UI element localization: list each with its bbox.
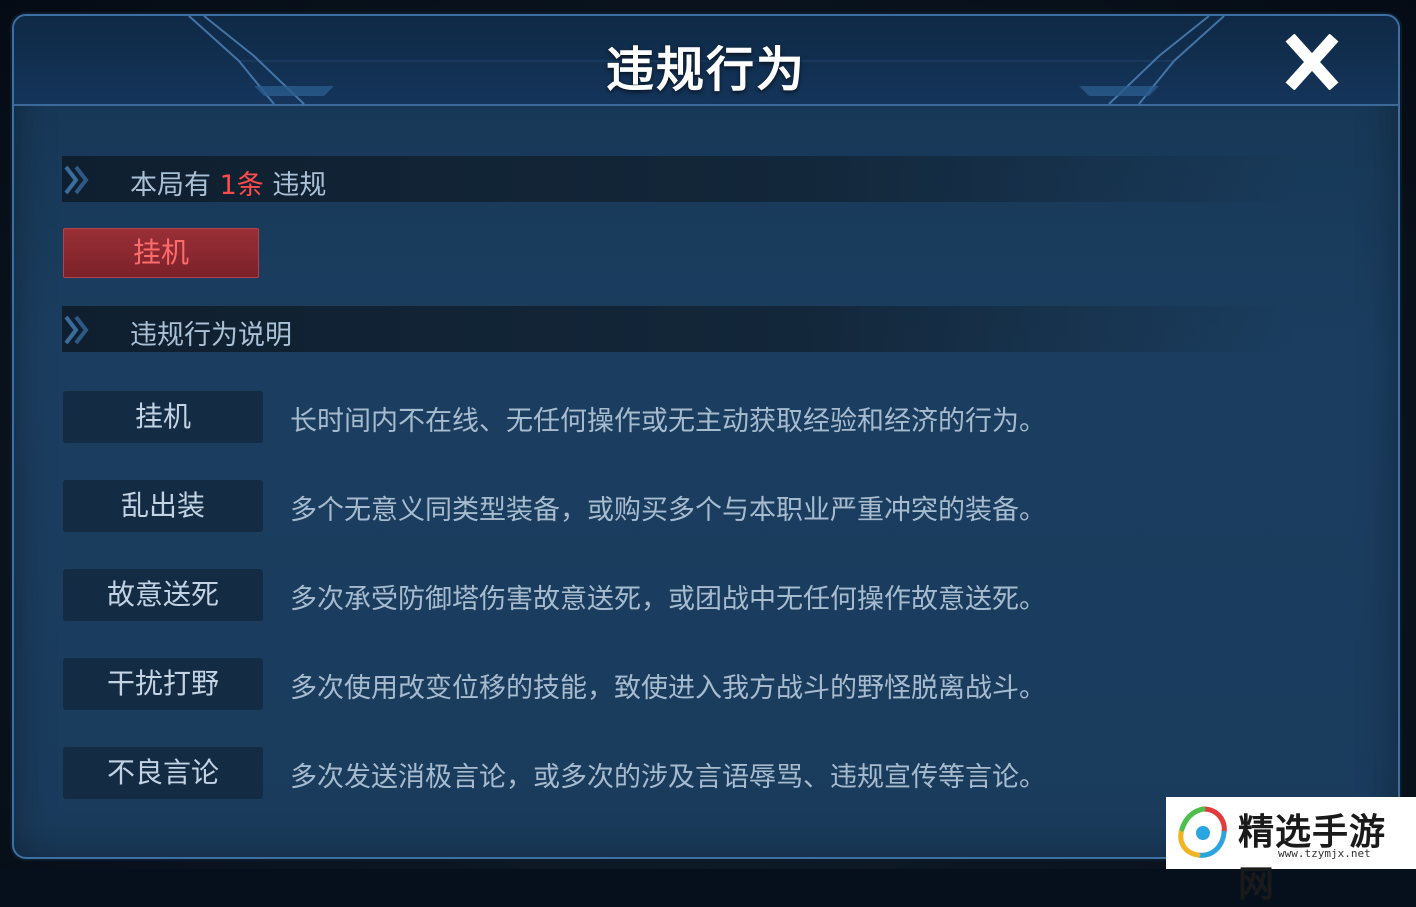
double-chevron-icon bbox=[64, 165, 89, 195]
close-icon[interactable] bbox=[1280, 34, 1344, 90]
site-logo-icon bbox=[1178, 806, 1227, 858]
rule-description: 长时间内不在线、无任何操作或无主动获取经验和经济的行为。 bbox=[290, 406, 1046, 437]
dialog-header: 违规行为 bbox=[14, 16, 1398, 106]
rule-description: 多次使用改变位移的技能，致使进入我方战斗的野怪脱离战斗。 bbox=[290, 673, 1046, 704]
rule-row: 故意送死 多次承受防御塔伤害故意送死，或团战中无任何操作故意送死。 bbox=[63, 569, 1363, 621]
rule-name: 干扰打野 bbox=[63, 658, 263, 710]
rule-description: 多次承受防御塔伤害故意送死，或团战中无任何操作故意送死。 bbox=[290, 584, 1046, 615]
site-watermark: 精选手游网 www.tzymjx.net bbox=[1166, 797, 1416, 905]
rule-row: 乱出装 多个无意义同类型装备，或购买多个与本职业严重冲突的装备。 bbox=[63, 480, 1363, 532]
rules-section-bar: 违规行为说明 bbox=[62, 306, 1302, 352]
violation-dialog: 违规行为 本局有 1条 违规 挂机 违规行为说明 挂机 长时间内不在线、无任何操… bbox=[12, 14, 1400, 859]
active-violation-chip[interactable]: 挂机 bbox=[63, 228, 259, 278]
violation-summary-bar: 本局有 1条 违规 bbox=[62, 156, 1302, 202]
rule-row: 挂机 长时间内不在线、无任何操作或无主动获取经验和经济的行为。 bbox=[63, 391, 1363, 443]
rule-name: 乱出装 bbox=[63, 480, 263, 532]
rule-name: 故意送死 bbox=[63, 569, 263, 621]
summary-prefix: 本局有 bbox=[130, 170, 211, 201]
rule-description: 多个无意义同类型装备，或购买多个与本职业严重冲突的装备。 bbox=[290, 495, 1046, 526]
rules-section-title: 违规行为说明 bbox=[130, 320, 292, 351]
violation-count: 1条 bbox=[219, 170, 264, 201]
rule-name: 挂机 bbox=[63, 391, 263, 443]
rule-row: 不良言论 多次发送消极言论，或多次的涉及言语辱骂、违规宣传等言论。 bbox=[63, 747, 1363, 799]
double-chevron-icon bbox=[64, 315, 89, 345]
rule-description: 多次发送消极言论，或多次的涉及言语辱骂、违规宣传等言论。 bbox=[290, 762, 1046, 793]
dialog-title: 违规行为 bbox=[605, 42, 806, 98]
summary-suffix: 违规 bbox=[272, 170, 327, 201]
site-url: www.tzymjx.net bbox=[1278, 847, 1371, 860]
rule-row: 干扰打野 多次使用改变位移的技能，致使进入我方战斗的野怪脱离战斗。 bbox=[63, 658, 1363, 710]
rule-name: 不良言论 bbox=[63, 747, 263, 799]
violation-summary-text: 本局有 1条 违规 bbox=[130, 163, 326, 202]
